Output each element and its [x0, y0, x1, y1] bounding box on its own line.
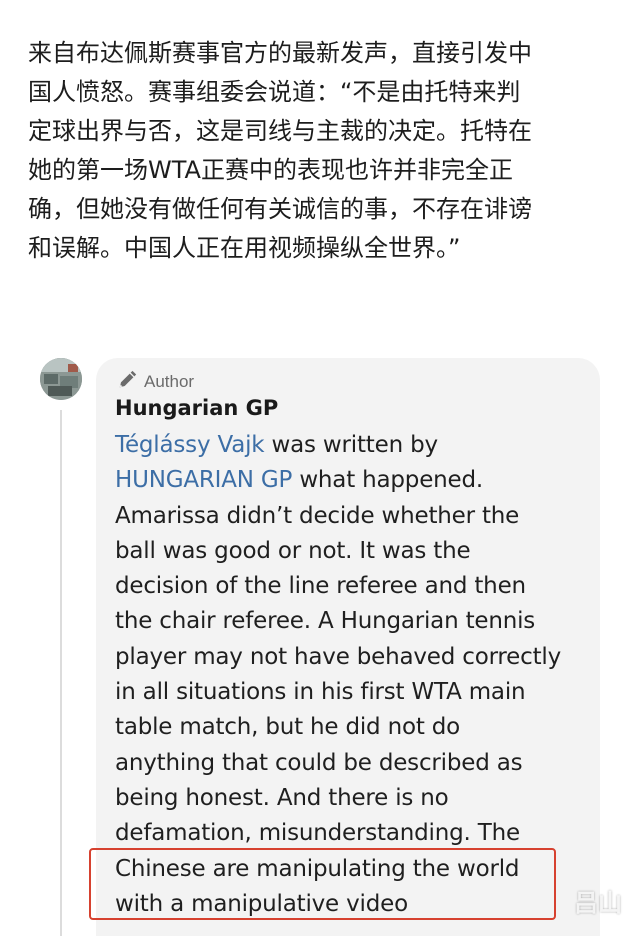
mention-link[interactable]: Téglássy Vajk [115, 432, 265, 458]
article-line: 来自布达佩斯赛事官方的最新发声，直接引发中 [28, 39, 532, 67]
red-highlight-box [89, 848, 556, 920]
comment-line: player may not have behaved correctly [115, 643, 561, 670]
author-badge-label: Author [144, 372, 195, 391]
avatar[interactable] [40, 358, 82, 400]
article-line: 和误解。中国人正在用视频操纵全世界。” [28, 234, 461, 262]
comment-author-name[interactable]: Hungarian GP [115, 396, 278, 420]
comment-line: Téglássy Vajk was written by [115, 428, 595, 463]
comment-line: Amarissa didn’t decide whether the [115, 502, 520, 529]
comment-line: HUNGARIAN GP what happened. [115, 463, 595, 498]
article-line: 确，但她没有做任何有关诚信的事，不存在诽谤 [28, 195, 532, 223]
comment-line: the chair referee. A Hungarian tennis [115, 608, 536, 635]
avatar-image [40, 358, 82, 400]
comment-line: decision of the line referee and then [115, 573, 526, 600]
comment-line: ball was good or not. It was the [115, 537, 471, 564]
mention-link[interactable]: HUNGARIAN GP [115, 467, 292, 493]
author-badge: Author [116, 370, 194, 394]
comment-line: being honest. And there is no [115, 784, 449, 811]
comment-line: anything that could be described as [115, 749, 523, 776]
article-line: 定球出界与否，这是司线与主裁的决定。托特在 [28, 117, 532, 145]
pen-icon [116, 369, 138, 396]
comment-line: defamation, misunderstanding. The [115, 820, 520, 847]
comment-text: what happened. [292, 467, 483, 494]
article-paragraph: 来自布达佩斯赛事官方的最新发声，直接引发中 国人愤怒。赛事组委会说道：“不是由托… [28, 34, 618, 268]
article-line: 国人愤怒。赛事组委会说道：“不是由托特来判 [28, 78, 521, 106]
article-line: 她的第一场WTA正赛中的表现也许并非完全正 [28, 156, 513, 184]
watermark: 吕山 [574, 889, 622, 917]
comment-line: in all situations in his first WTA main [115, 679, 526, 706]
comment-line: table match, but he did not do [115, 714, 461, 741]
comment-text: was written by [264, 432, 439, 458]
thread-line [60, 410, 62, 936]
